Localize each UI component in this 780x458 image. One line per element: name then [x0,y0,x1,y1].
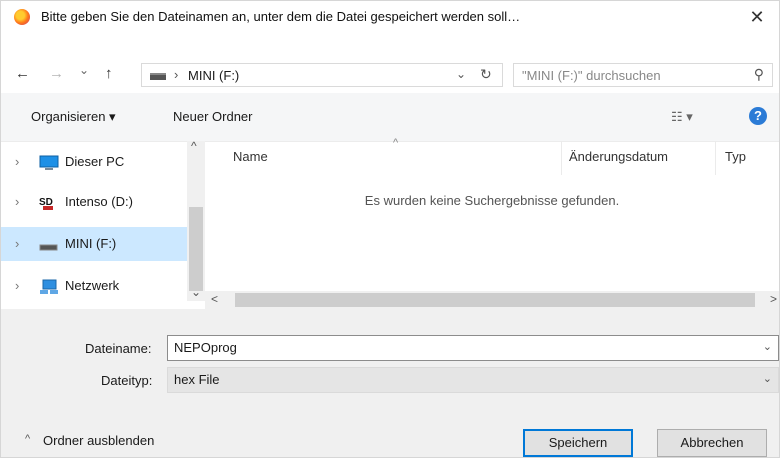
cancel-button[interactable]: Abbrechen [657,429,767,457]
back-button[interactable]: ← [15,65,30,82]
command-toolbar: Organisieren ▾ Neuer Ordner ☷ ▾ ? [1,93,779,142]
nav-item-label: MINI (F:) [65,236,117,251]
search-placeholder: "MINI (F:)" durchsuchen [522,68,661,83]
scroll-up-icon[interactable]: ^ [191,139,197,153]
change-view-icon[interactable]: ☷ ▾ [671,109,693,125]
scroll-thumb[interactable] [189,207,203,291]
column-header-name[interactable]: Name [233,149,268,164]
collapse-chevron-icon[interactable]: ^ [25,433,30,445]
nav-pane-scrollbar[interactable]: ^ ⌄ [187,139,205,301]
filetype-dropdown-icon[interactable]: ⌄ [763,372,772,385]
address-location[interactable]: MINI (F:) [188,68,239,83]
filename-input[interactable]: NEPOprog ⌄ [167,335,779,361]
address-dropdown-icon[interactable]: ⌄ [456,67,466,81]
nav-item-label: Netzwerk [65,278,120,293]
expand-chevron-icon[interactable]: › [15,278,19,293]
sort-arrow-icon: ^ [393,137,399,149]
firefox-icon [14,9,30,25]
navigation-pane: › Dieser PC › SD Intenso (D:) › MINI (F:… [1,141,187,294]
scroll-thumb[interactable] [235,293,755,307]
hide-folders-link[interactable]: Ordner ausblenden [43,433,154,448]
column-header-date[interactable]: Änderungsdatum [569,149,668,164]
scroll-down-icon[interactable]: ⌄ [191,285,201,299]
filetype-select[interactable]: hex File ⌄ [167,367,779,393]
nav-item-network[interactable]: › Netzwerk [1,269,187,303]
sd-card-icon: SD [39,195,59,211]
nav-item-mini-drive[interactable]: › MINI (F:) [1,227,187,261]
dialog-title: Bitte geben Sie den Dateinamen an, unter… [41,9,521,24]
dialog-footer: Dateiname: NEPOprog ⌄ Dateityp: hex File… [1,309,779,457]
help-icon[interactable]: ? [749,107,767,125]
expand-chevron-icon[interactable]: › [15,154,19,169]
drive-icon [39,237,59,253]
navigation-bar: ← → ⌄ ↑ › MINI (F:) ⌄ ↻ "MINI (F:)" durc… [1,57,779,93]
save-button[interactable]: Speichern [523,429,633,457]
nav-item-label: Dieser PC [65,154,125,169]
breadcrumb-separator-icon: › [174,67,179,82]
recent-locations-button[interactable]: ⌄ [79,63,89,77]
search-box[interactable]: "MINI (F:)" durchsuchen ⚲ [513,63,773,87]
title-bar: Bitte geben Sie den Dateinamen an, unter… [1,1,779,33]
filetype-label: Dateityp: [101,373,153,388]
scroll-left-icon[interactable]: < [211,292,218,306]
organize-menu-button[interactable]: Organisieren ▾ [31,109,116,125]
nav-item-this-pc[interactable]: › Dieser PC [1,145,187,179]
save-file-dialog: Bitte geben Sie den Dateinamen an, unter… [0,0,780,458]
nav-item-intenso-drive[interactable]: › SD Intenso (D:) [1,185,187,219]
column-header-type[interactable]: Typ [725,149,746,164]
file-list: Name ^ Änderungsdatum Typ Es wurden kein… [205,137,779,291]
filename-value[interactable]: NEPOprog [174,340,237,355]
forward-button[interactable]: → [49,65,64,82]
nav-item-label: Intenso (D:) [65,194,133,209]
empty-results-message: Es wurden keine Suchergebnisse gefunden. [364,193,620,208]
scroll-right-icon[interactable]: > [770,292,777,306]
filename-dropdown-icon[interactable]: ⌄ [763,340,772,353]
drive-icon [150,73,166,80]
computer-icon [39,155,59,171]
file-list-horizontal-scrollbar[interactable]: < > [205,291,779,309]
column-separator[interactable] [561,141,562,175]
address-bar[interactable]: › MINI (F:) ⌄ ↻ [141,63,503,87]
expand-chevron-icon[interactable]: › [15,236,19,251]
expand-chevron-icon[interactable]: › [15,194,19,209]
up-button[interactable]: ↑ [105,65,113,82]
column-separator[interactable] [715,141,716,175]
filename-label: Dateiname: [85,341,152,356]
search-icon[interactable]: ⚲ [754,66,764,83]
network-icon [39,279,59,295]
filetype-value: hex File [174,372,220,387]
new-folder-button[interactable]: Neuer Ordner [173,109,252,124]
refresh-icon[interactable]: ↻ [480,66,492,83]
close-button[interactable]: ✕ [735,1,779,33]
